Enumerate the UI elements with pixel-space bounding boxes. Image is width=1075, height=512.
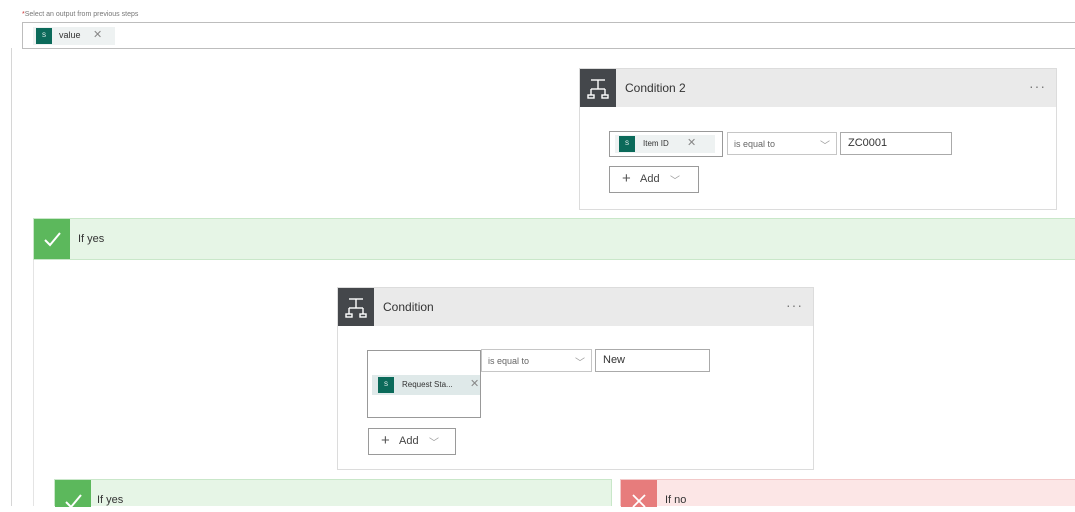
condition-add-button[interactable]: + Add ﹀ [368, 428, 456, 455]
value-token-label: value [59, 30, 81, 40]
condition-icon [338, 288, 374, 326]
close-icon [621, 480, 657, 508]
more-options-icon[interactable]: ··· [1029, 78, 1046, 94]
operator-label: is equal to [488, 356, 530, 366]
condition-2-value-input[interactable]: ZC0001 [840, 132, 952, 155]
check-icon [34, 219, 70, 259]
operator-label: is equal to [734, 139, 776, 149]
sharepoint-icon: S [619, 136, 635, 152]
item-id-token[interactable]: S Item ID ✕ [615, 135, 715, 153]
branch-if-yes-label: If yes [78, 233, 105, 245]
request-status-token-label: Request Sta... [402, 380, 453, 389]
condition-title: Condition [383, 300, 434, 314]
condition-2-value: ZC0001 [848, 137, 888, 149]
select-output-field[interactable]: S value ✕ [22, 22, 1075, 49]
condition-2-card: Condition 2 ··· S Item ID ✕ is equal to … [579, 68, 1057, 210]
inner-if-yes-container: If yes [54, 479, 612, 509]
condition-header[interactable]: Condition ··· [338, 288, 813, 326]
inner-if-yes-label: If yes [97, 494, 124, 506]
chevron-down-icon: ﹀ [670, 176, 680, 187]
add-label: Add [399, 435, 419, 447]
condition-2-title: Condition 2 [625, 81, 686, 95]
chevron-down-icon: ﹀ [575, 358, 585, 369]
close-icon[interactable]: ✕ [687, 138, 696, 149]
left-guide-line [11, 48, 12, 506]
plus-icon: + [381, 432, 390, 449]
branch-body-left-border [33, 260, 34, 506]
condition-operator-dropdown[interactable]: is equal to ﹀ [481, 349, 592, 372]
add-label: Add [640, 173, 660, 185]
close-icon[interactable]: ✕ [93, 30, 102, 41]
branch-if-yes-container: If yes [33, 218, 1075, 260]
inner-if-no-container: If no [620, 479, 1075, 508]
request-status-token[interactable]: S Request Sta... ✕ [372, 375, 480, 395]
plus-icon: + [622, 170, 631, 187]
condition-2-operator-dropdown[interactable]: is equal to ﹀ [727, 132, 837, 155]
select-output-label: *Select an output from previous steps [22, 11, 138, 18]
value-token[interactable]: S value ✕ [33, 27, 115, 45]
chevron-down-icon: ﹀ [429, 438, 439, 449]
more-options-icon[interactable]: ··· [786, 297, 803, 313]
condition-left-operand[interactable]: S Request Sta... ✕ [367, 350, 481, 418]
select-output-label-text: Select an output from previous steps [24, 11, 139, 18]
condition-card: Condition ··· S Request Sta... ✕ is equa… [337, 287, 814, 470]
condition-2-add-button[interactable]: + Add ﹀ [609, 166, 699, 193]
check-icon [55, 480, 91, 509]
sharepoint-icon: S [36, 28, 52, 44]
condition-icon [580, 69, 616, 107]
sharepoint-icon: S [378, 377, 394, 393]
condition-2-left-operand[interactable]: S Item ID ✕ [609, 131, 723, 157]
inner-if-no-label: If no [665, 494, 687, 506]
condition-2-header[interactable]: Condition 2 ··· [580, 69, 1056, 107]
chevron-down-icon: ﹀ [820, 141, 830, 152]
condition-value-input[interactable]: New [595, 349, 710, 372]
item-id-token-label: Item ID [643, 139, 669, 148]
condition-value: New [603, 354, 626, 366]
close-icon[interactable]: ✕ [470, 379, 479, 390]
